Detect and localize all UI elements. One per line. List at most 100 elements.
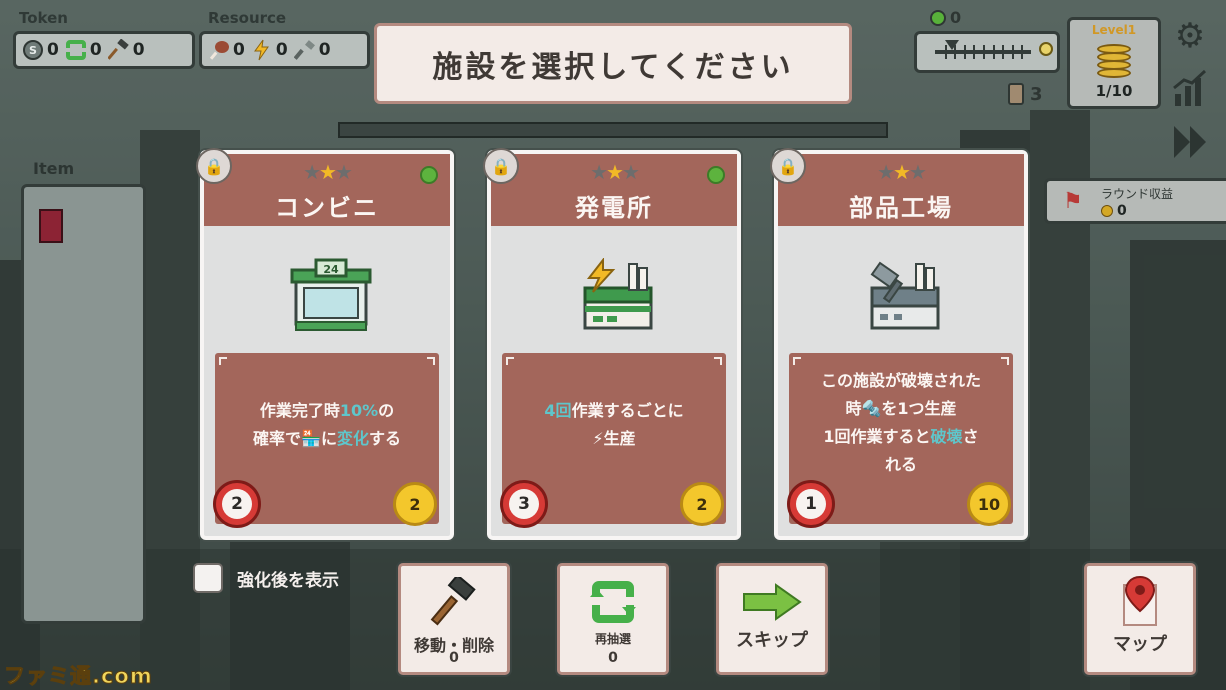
skip-button[interactable]: スキップ [716,563,828,675]
token-bar: S 0 0 0 [13,31,195,69]
reroll-count: 0 [608,650,618,666]
convenience-store-icon: 24 [290,258,372,334]
show-upgraded-toggle[interactable]: 強化後を表示 [193,563,339,593]
round-income-label: ラウンド収益 [1101,187,1174,201]
star-rating: ★★★ [778,160,1024,184]
hammer-token: 0 [107,39,145,61]
card-title: 発電所 [575,194,653,222]
skip-label: スキップ [736,630,808,651]
star-icon: ★ [606,160,624,184]
timer-icon: 3 [500,480,548,528]
fast-forward-icon[interactable] [1170,122,1210,162]
gem-icon [930,9,946,26]
card-title: 部品工場 [849,194,953,222]
stats-chart-icon[interactable] [1170,68,1210,108]
famitsu-watermark: ファミ通.com [4,664,153,689]
meat-count: 0 [233,40,245,60]
desc-segment: この施設が破壊された [820,371,981,390]
desc-segment: 時 [845,399,862,418]
desc-segment: する [368,429,401,448]
lock-icon[interactable]: 🔒 [196,148,232,184]
lock-icon[interactable]: 🔒 [770,148,806,184]
desc-segment: 作業するごとに [571,401,684,420]
move-delete-button[interactable]: 移動・削除 0 [398,563,510,675]
token-label: Token [19,9,68,27]
cost-coin: 10 [967,482,1011,526]
desc-line: 確率で🏪に変化する [221,425,433,453]
flag-icon: ⚑ [1063,189,1083,214]
stage-bar [338,122,888,138]
lightning-icon [251,39,273,61]
facility-card[interactable]: ★★★ 部品工場 🔒 この施設が破壊された 時🔩を1つ生産 1回作業すると破壊さ れる 1 10 [770,148,1028,540]
hammer-token-count: 0 [132,40,145,60]
desc-segment: の [378,401,395,420]
desc-line: 作業完了時10%の [221,397,433,425]
dollar-token-count: 0 [47,40,59,60]
gear-icon[interactable]: ⚙ [1170,16,1210,56]
reroll-icon [65,39,87,61]
desc-segment: 破壊 [930,427,963,446]
dollar-token: S 0 [22,39,59,61]
round-income-panel: ⚑ ラウンド収益 0 [1044,178,1226,224]
card-title: コンビニ [275,194,379,222]
work-time: 3 [509,489,539,519]
select-facility-title: 施設を選択してください [374,23,852,104]
round-income-value: 0 [1117,203,1127,219]
meat-icon [208,39,230,61]
desc-segment: 4回 [544,401,572,420]
desc-segment: 🔩 [861,399,882,418]
card-description: この施設が破壊された 時🔩を1つ生産 1回作業すると破壊さ れる 1 10 [787,353,1013,528]
status-dot-icon [420,166,438,184]
move-delete-count: 0 [449,650,459,666]
level-panel[interactable]: Level1 1/10 [1067,17,1161,109]
star-icon: ★ [908,160,927,184]
worker-count: 3 [1030,83,1043,105]
item-panel [21,184,146,624]
gem-counter: 0 [930,8,961,27]
desc-segment: 作業完了時 [259,401,340,420]
desc-segment: を1つ生産 [881,399,957,418]
worker-icon [1008,83,1024,105]
star-rating: ★★★ [491,160,737,184]
dollar-coin-icon: S [22,39,44,61]
card-header: ★★★ 部品工場 [778,154,1024,226]
desc-line: 時🔩を1つ生産 [795,395,1007,423]
show-upgraded-label: 強化後を表示 [237,570,339,591]
show-upgraded-checkbox[interactable] [193,563,223,593]
desc-segment: 変化 [336,429,369,448]
card-description: 作業完了時10%の 確率で🏪に変化する 2 2 [213,353,439,528]
reroll-button[interactable]: 再抽選 0 [557,563,669,675]
star-icon: ★ [319,160,337,184]
lightning-count: 0 [275,40,288,60]
lock-icon[interactable]: 🔒 [483,148,519,184]
star-icon: ★ [877,160,895,184]
reroll-label: 再抽選 [594,632,631,646]
star-icon: ★ [590,160,608,184]
gem-count: 0 [950,8,962,27]
facility-card[interactable]: ★★★ 発電所 🔒 4回作業するごとに ⚡生産 3 2 [483,148,741,540]
map-button[interactable]: マップ [1084,563,1196,675]
screw-count: 0 [318,40,331,60]
card-description: 4回作業するごとに ⚡生産 3 2 [500,353,726,528]
desc-segment: 10% [339,401,379,420]
passport-icon[interactable] [39,209,63,243]
resource-label: Resource [208,9,287,27]
star-icon: ★ [893,160,911,184]
coin-icon [1101,205,1113,217]
work-time: 1 [796,489,826,519]
resource-bar: 0 0 0 [199,31,370,69]
worker-counter: 3 [1008,83,1043,105]
coin-stack-icon [1097,40,1131,80]
map-pin-icon [1087,574,1193,630]
cost-coin: 2 [393,482,437,526]
desc-line: この施設が破壊された [795,367,1007,395]
desc-segment: に [320,429,337,448]
reroll-icon [560,574,666,630]
work-time: 2 [222,489,252,519]
item-label: Item [33,159,75,178]
lightning-resource: 0 [251,39,288,61]
desc-segment: れる [884,455,917,474]
goal-bulb-icon [1039,42,1053,56]
desc-line: 4回作業するごとに [508,397,720,425]
facility-card[interactable]: ★★★ コンビニ 🔒 24 作業完了時10%の 確率で🏪に変化する 2 2 [196,148,454,540]
